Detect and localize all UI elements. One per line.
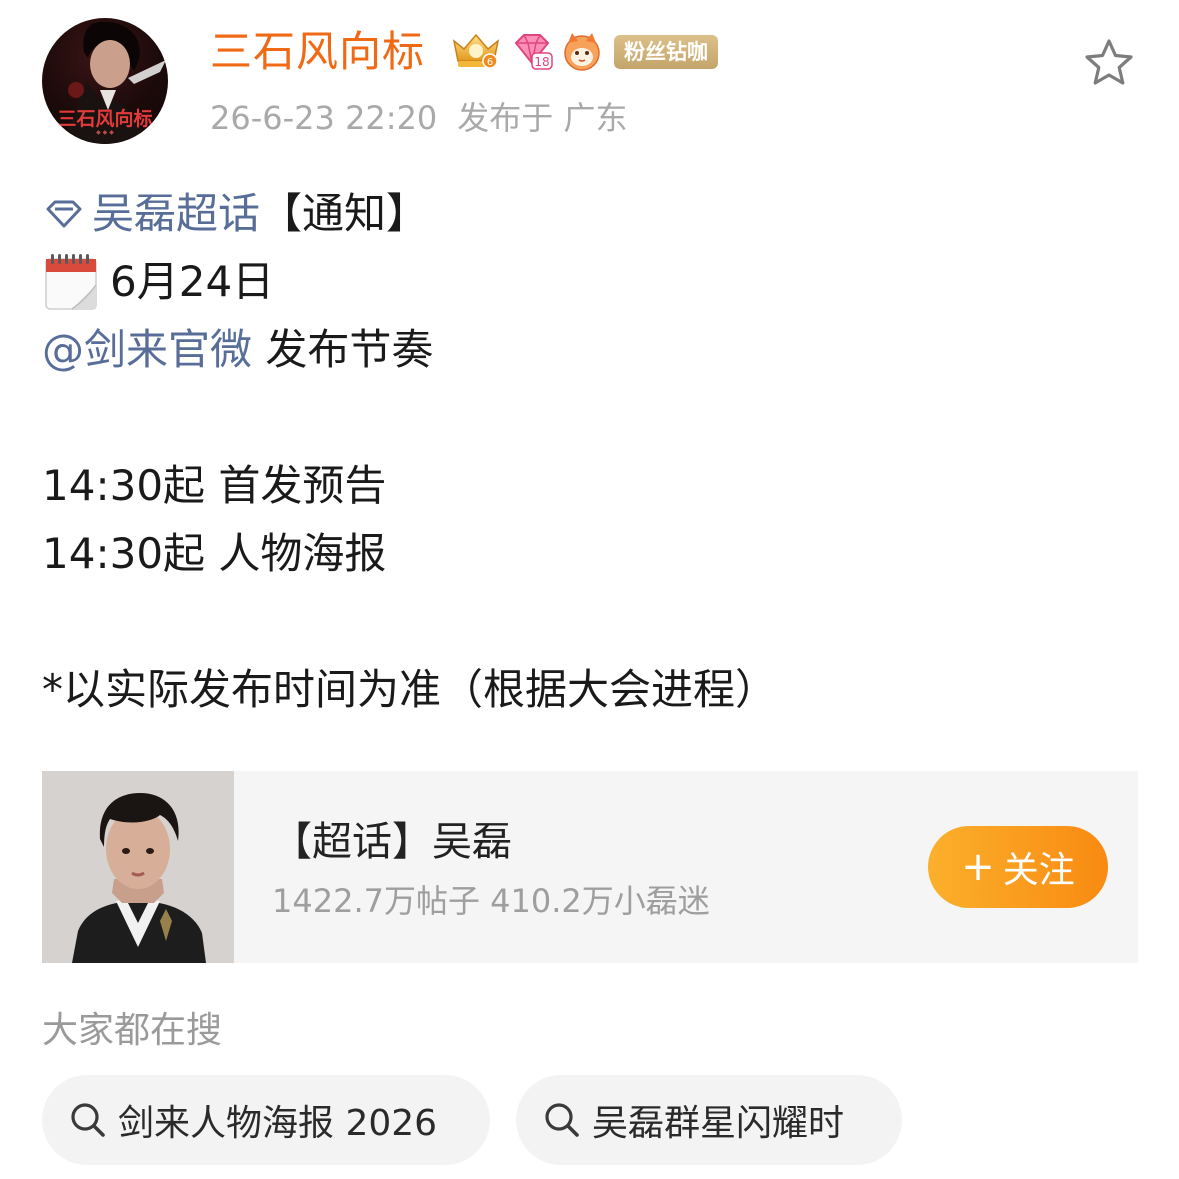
mention-suffix: 发布节奏: [252, 325, 434, 374]
svg-text:18: 18: [534, 55, 549, 69]
search-suggestion-label: 剑来人物海报 2026: [118, 1103, 438, 1144]
search-icon: [71, 1103, 105, 1137]
diamond-level-18-icon[interactable]: 18: [510, 31, 554, 73]
crown-level-6-icon[interactable]: 6: [448, 31, 504, 73]
supertopic-diamond-icon: [46, 200, 82, 228]
post-meta: 26-6-23 22:20 发布于 广东: [210, 96, 627, 140]
search-suggestion-chip[interactable]: 剑来人物海报 2026: [42, 1075, 490, 1165]
schedule-note: *以实际发布时间为准（根据大会进程）: [42, 665, 778, 714]
supertopic-title[interactable]: 【超话】吴磊: [272, 817, 512, 867]
content-topic-line: 吴磊超话 【通知】: [42, 180, 1139, 248]
schedule-item: 14:30起 人物海报: [42, 529, 387, 578]
fan-level-badge[interactable]: 粉丝钻咖: [614, 35, 718, 69]
follow-label: 关注: [1002, 850, 1075, 891]
author-avatar[interactable]: 三石风向标 ◆ ◆ ◆: [42, 18, 168, 144]
post-location: 发布于 广东: [457, 99, 628, 137]
search-suggestion-label: 吴磊群星闪耀时: [592, 1103, 845, 1144]
favorite-star-icon[interactable]: [1082, 36, 1136, 90]
supertopic-card[interactable]: 【超话】吴磊 1422.7万帖子 410.2万小磊迷 + 关注: [42, 771, 1138, 963]
supertopic-link[interactable]: 吴磊超话: [92, 181, 260, 247]
svg-text:6: 6: [487, 57, 493, 68]
content-mention-line: @剑来官微 发布节奏: [42, 316, 1139, 384]
announcement-date: 6月24日: [110, 257, 275, 306]
content-date-line: 6月24日: [42, 248, 1139, 316]
supertopic-stats: 1422.7万帖子 410.2万小磊迷: [272, 882, 710, 920]
plus-icon: +: [961, 844, 995, 890]
search-icon: [545, 1103, 579, 1137]
search-suggestion-chip[interactable]: 吴磊群星闪耀时: [516, 1075, 902, 1165]
supertopic-portrait-image: [42, 771, 234, 963]
calendar-icon: [45, 254, 97, 310]
schedule-item: 14:30起 首发预告: [42, 461, 387, 510]
follow-button[interactable]: + 关注: [928, 826, 1108, 908]
avatar-subcaption: ◆ ◆ ◆: [96, 129, 114, 136]
trending-search-heading: 大家都在搜: [42, 1010, 223, 1051]
post-content: 吴磊超话 【通知】 6月24日 @剑来官微 发布节奏 14:30起 首发预告 14…: [42, 180, 1139, 724]
supertopic-thumbnail: [42, 771, 234, 963]
cat-mascot-icon[interactable]: [560, 31, 604, 73]
author-name[interactable]: 三石风向标: [210, 26, 425, 78]
avatar-caption: 三石风向标: [57, 108, 153, 130]
mention-link[interactable]: @剑来官微: [42, 317, 252, 383]
post-timestamp: 26-6-23 22:20: [210, 99, 438, 137]
topic-suffix: 【通知】: [260, 189, 429, 238]
author-badges: 6 18 粉丝钻咖: [448, 32, 718, 72]
